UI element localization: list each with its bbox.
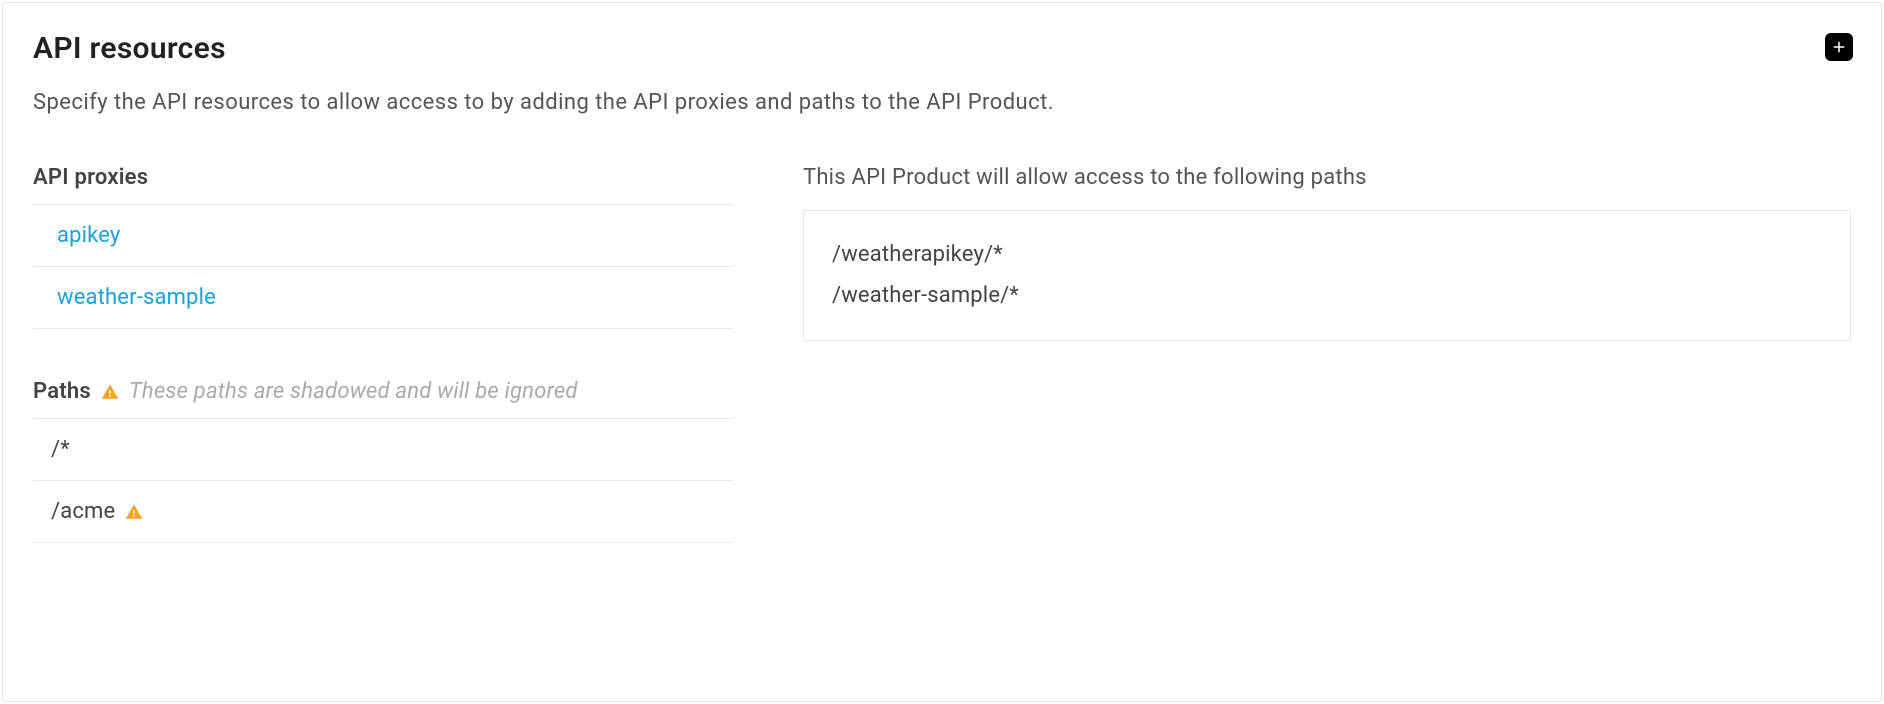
- path-item[interactable]: /acme: [33, 481, 733, 543]
- allowed-paths-heading: This API Product will allow access to th…: [803, 165, 1851, 190]
- proxy-name: weather-sample: [57, 285, 216, 310]
- warning-icon: [101, 383, 119, 401]
- allowed-paths-box: /weatherapikey/* /weather-sample/*: [803, 210, 1851, 341]
- proxy-link[interactable]: weather-sample: [33, 267, 733, 329]
- paths-list: /* /acme: [33, 418, 733, 543]
- paths-section: Paths These paths are shadowed and will …: [33, 379, 733, 543]
- add-resource-button[interactable]: [1825, 33, 1853, 61]
- path-value: /*: [51, 437, 70, 462]
- warning-icon: [125, 503, 143, 521]
- allowed-path: /weather-sample/*: [832, 276, 1822, 317]
- proxy-name: apikey: [57, 223, 121, 248]
- allowed-path: /weatherapikey/*: [832, 235, 1822, 276]
- paths-warning-note: These paths are shadowed and will be ign…: [129, 379, 578, 404]
- paths-heading: Paths These paths are shadowed and will …: [33, 379, 733, 418]
- proxies-list: apikey weather-sample: [33, 204, 733, 329]
- paths-label: Paths: [33, 379, 91, 404]
- left-column: API proxies apikey weather-sample Paths …: [33, 165, 733, 543]
- page-title: API resources: [33, 31, 226, 66]
- api-resources-panel: API resources Specify the API resources …: [2, 2, 1882, 702]
- plus-icon: [1830, 38, 1848, 56]
- right-column: This API Product will allow access to th…: [803, 165, 1851, 543]
- proxies-heading: API proxies: [33, 165, 733, 204]
- page-description: Specify the API resources to allow acces…: [33, 90, 1851, 115]
- path-value: /acme: [51, 499, 115, 524]
- header-row: API resources: [33, 31, 1851, 66]
- proxy-link[interactable]: apikey: [33, 205, 733, 267]
- path-item[interactable]: /*: [33, 419, 733, 481]
- columns: API proxies apikey weather-sample Paths …: [33, 165, 1851, 543]
